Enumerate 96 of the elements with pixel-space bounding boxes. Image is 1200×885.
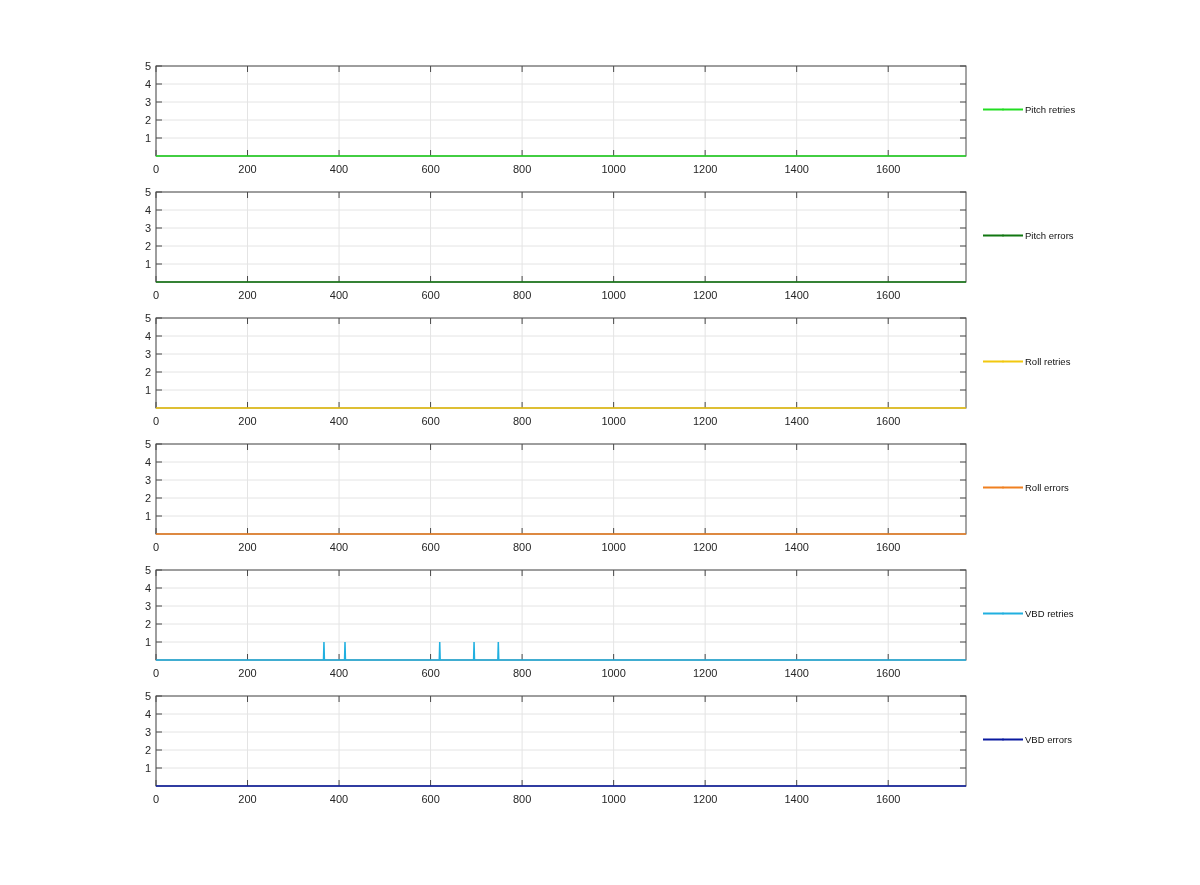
x-tick-label: 1400: [784, 541, 809, 553]
x-tick-label: 200: [238, 667, 257, 679]
x-tick-label: 0: [152, 541, 160, 553]
legend-label: Roll errors: [1025, 482, 1069, 493]
x-tick-label: 800: [512, 667, 532, 679]
x-tick-label: 1000: [601, 793, 626, 805]
y-tick-label: 2: [144, 744, 151, 756]
x-tick-label: 1400: [784, 415, 809, 427]
x-tick-label: 1200: [692, 163, 718, 175]
legend-line-icon: [983, 611, 1023, 616]
x-tick-label: 1400: [784, 163, 809, 175]
x-tick-label: 200: [238, 289, 257, 301]
legend-line-icon: [983, 737, 1023, 742]
y-tick-label: 2: [144, 618, 151, 630]
x-tick-label: 1400: [784, 667, 809, 679]
y-tick-label: 5: [144, 60, 151, 72]
y-tick-label: 1: [144, 132, 151, 144]
y-tick-label: 5: [144, 438, 151, 450]
x-tick-label: 1400: [784, 793, 809, 805]
legend-line-icon: [983, 359, 1023, 364]
x-tick-label: 600: [421, 415, 440, 427]
y-tick-label: 5: [144, 564, 151, 576]
x-tick-label: 1200: [692, 289, 718, 301]
x-tick-label: 800: [512, 793, 532, 805]
x-tick-label: 600: [421, 667, 440, 679]
x-tick-label: 1000: [601, 667, 626, 679]
y-tick-label: 4: [144, 456, 151, 468]
x-tick-label: 1600: [875, 289, 901, 301]
x-tick-label: 800: [512, 289, 532, 301]
legend-line-icon: [983, 233, 1023, 238]
x-tick-label: 0: [152, 667, 160, 679]
x-tick-label: 1200: [692, 415, 718, 427]
y-tick-label: 1: [144, 636, 151, 648]
y-tick-label: 1: [144, 258, 151, 270]
x-tick-label: 800: [512, 163, 532, 175]
y-tick-label: 3: [144, 348, 151, 360]
x-tick-label: 0: [152, 163, 160, 175]
x-tick-label: 1600: [875, 163, 901, 175]
y-tick-label: 5: [144, 186, 151, 198]
x-tick-label: 200: [238, 793, 257, 805]
legend-label: Roll retries: [1025, 356, 1071, 367]
y-tick-label: 4: [144, 330, 151, 342]
x-tick-label: 400: [329, 541, 349, 553]
x-tick-label: 1200: [692, 793, 718, 805]
legend-line-icon: [983, 485, 1023, 490]
x-tick-label: 400: [329, 667, 349, 679]
x-tick-label: 400: [329, 163, 349, 175]
x-tick-label: 0: [152, 793, 160, 805]
y-tick-label: 4: [144, 204, 151, 216]
legend-label: Pitch retries: [1025, 104, 1076, 115]
x-tick-label: 600: [421, 289, 440, 301]
y-tick-label: 3: [144, 726, 151, 738]
x-tick-label: 200: [238, 163, 257, 175]
x-tick-label: 800: [512, 415, 532, 427]
y-tick-label: 5: [144, 312, 151, 324]
y-tick-label: 2: [144, 366, 151, 378]
y-tick-label: 4: [144, 78, 151, 90]
x-tick-label: 200: [238, 541, 257, 553]
y-tick-label: 1: [144, 384, 151, 396]
x-tick-label: 1000: [601, 541, 626, 553]
x-tick-label: 1000: [601, 163, 626, 175]
x-tick-label: 600: [421, 793, 440, 805]
y-tick-label: 3: [144, 222, 151, 234]
x-tick-label: 1200: [692, 667, 718, 679]
y-tick-label: 1: [144, 510, 151, 522]
y-tick-label: 3: [144, 96, 151, 108]
y-tick-label: 5: [144, 690, 151, 702]
legend-label: VBD retries: [1025, 608, 1074, 619]
x-tick-label: 1200: [692, 541, 718, 553]
x-tick-label: 400: [329, 793, 349, 805]
x-tick-label: 1600: [875, 415, 901, 427]
x-tick-label: 0: [152, 415, 160, 427]
legend-line-icon: [983, 107, 1023, 112]
x-tick-label: 1400: [784, 289, 809, 301]
y-tick-label: 3: [144, 600, 151, 612]
legend-label: VBD errors: [1025, 734, 1072, 745]
x-tick-label: 1600: [875, 667, 901, 679]
y-tick-label: 1: [144, 762, 151, 774]
x-tick-label: 600: [421, 541, 440, 553]
x-tick-label: 0: [152, 289, 160, 301]
x-tick-label: 1000: [601, 415, 626, 427]
legend-label: Pitch errors: [1025, 230, 1074, 241]
x-tick-label: 400: [329, 289, 349, 301]
x-tick-label: 1000: [601, 289, 626, 301]
x-tick-label: 200: [238, 415, 257, 427]
x-tick-label: 400: [329, 415, 349, 427]
y-tick-label: 4: [144, 708, 151, 720]
y-tick-label: 2: [144, 492, 151, 504]
x-tick-label: 800: [512, 541, 532, 553]
x-tick-label: 600: [421, 163, 440, 175]
y-tick-label: 2: [144, 114, 151, 126]
x-tick-label: 1600: [875, 793, 901, 805]
y-tick-label: 4: [144, 582, 151, 594]
y-tick-label: 2: [144, 240, 151, 252]
y-tick-label: 3: [144, 474, 151, 486]
x-tick-label: 1600: [875, 541, 901, 553]
